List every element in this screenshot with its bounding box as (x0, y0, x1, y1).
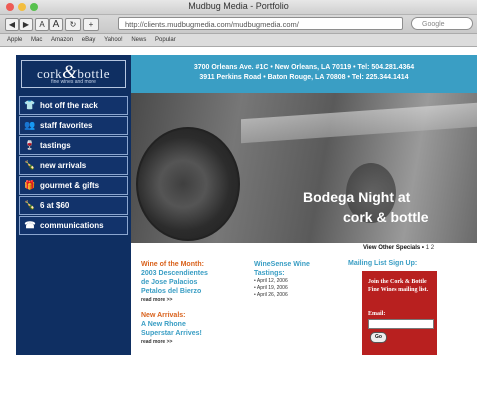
logo-tagline: fine wines and more (51, 79, 96, 85)
gift-icon: 🎁 (24, 180, 36, 190)
bookmark-item[interactable]: News (131, 34, 146, 46)
wine-of-month-line[interactable]: Petalos del Bierzo (141, 287, 246, 296)
nav-label: hot off the rack (40, 101, 98, 110)
specials-label[interactable]: View Other Specials • (363, 245, 426, 251)
new-arrivals-read-more[interactable]: read more >> (141, 338, 246, 347)
site-nav: 👕 hot off the rack 👥 staff favorites 🍷 t… (16, 93, 131, 355)
address-baton-rouge: 3911 Perkins Road • Baton Rouge, LA 7080… (199, 74, 409, 81)
wine-of-month-heading: Wine of the Month: (141, 261, 204, 268)
bookmark-item[interactable]: Apple (7, 34, 22, 46)
tasting-date[interactable]: • April 12, 2006 (254, 278, 344, 285)
nav-hot-off-the-rack[interactable]: 👕 hot off the rack (19, 96, 128, 115)
nav-communications[interactable]: ☎ communications (19, 216, 128, 235)
wine-of-month-line[interactable]: 2003 Descendientes (141, 269, 246, 278)
nav-tastings[interactable]: 🍷 tastings (19, 136, 128, 155)
hero-light-beam (241, 102, 477, 144)
bottle-icon: 🍾 (24, 200, 36, 210)
back-button[interactable]: ◀ (5, 18, 19, 31)
mailing-list-text: Join the Cork & Bottle Fine Wines mailin… (368, 279, 429, 293)
specials-pager: View Other Specials • 1 2 (363, 245, 434, 251)
shirt-icon: 👕 (24, 100, 36, 110)
feature-column: Wine of the Month: 2003 Descendientes de… (141, 260, 246, 347)
bookmark-item[interactable]: eBay (82, 34, 96, 46)
title-bar: Mudbug Media - Portfolio (0, 0, 477, 15)
tasting-date[interactable]: • April 26, 2006 (254, 292, 344, 299)
winesense-heading-2: Tastings: (254, 270, 285, 277)
browser-toolbar: ◀ ▶ A A ↻ + http://clients.mudbugmedia.c… (0, 15, 477, 34)
mailing-list-heading: Mailing List Sign Up: (348, 260, 418, 267)
hero-headline-line2: cork & bottle (343, 209, 429, 225)
bottles-icon: 🍾 (24, 160, 36, 170)
nav-label: new arrivals (40, 161, 87, 170)
nav-label: gourmet & gifts (40, 181, 100, 190)
tastings-column: WineSense Wine Tastings: • April 12, 200… (254, 260, 344, 299)
nav-new-arrivals[interactable]: 🍾 new arrivals (19, 156, 128, 175)
new-arrivals-heading: New Arrivals: (141, 312, 186, 319)
barrel-image (136, 127, 240, 241)
wine-of-month-line[interactable]: de Jose Palacios (141, 278, 246, 287)
phone-icon: ☎ (24, 220, 36, 230)
people-icon: 👥 (24, 120, 36, 130)
hero-headline-line1: Bodega Night at (303, 189, 411, 205)
site-logo[interactable]: cork&bottle fine wines and more (16, 55, 131, 93)
nav-staff-favorites[interactable]: 👥 staff favorites (19, 116, 128, 135)
mailing-list-box: Join the Cork & Bottle Fine Wines mailin… (362, 271, 437, 355)
browser-window: Mudbug Media - Portfolio ◀ ▶ A A ↻ + htt… (0, 0, 477, 399)
add-bookmark-button[interactable]: + (83, 18, 99, 31)
nav-label: tastings (40, 141, 71, 150)
bookmark-item[interactable]: Yahoo! (104, 34, 123, 46)
bookmark-item[interactable]: Mac (31, 34, 42, 46)
window-title: Mudbug Media - Portfolio (188, 1, 289, 11)
logo-frame: cork&bottle fine wines and more (21, 60, 126, 88)
nav-label: communications (40, 221, 104, 230)
text-smaller-button[interactable]: A (35, 18, 49, 31)
bookmark-item[interactable]: Amazon (51, 34, 73, 46)
tasting-date[interactable]: • April 19, 2006 (254, 285, 344, 292)
text-larger-button[interactable]: A (49, 18, 63, 31)
email-label: Email: (368, 311, 386, 317)
nav-label: 6 at $60 (40, 201, 70, 210)
new-arrivals-line[interactable]: A New Rhone (141, 320, 246, 329)
specials-pages[interactable]: 1 2 (426, 245, 434, 251)
hero-banner[interactable]: Bodega Night at cork & bottle (131, 93, 477, 243)
nav-6-at-60[interactable]: 🍾 6 at $60 (19, 196, 128, 215)
email-field[interactable] (368, 319, 434, 329)
address-new-orleans: 3700 Orleans Ave. #1C • New Orleans, LA … (193, 64, 415, 71)
address-banner: 3700 Orleans Ave. #1C • New Orleans, LA … (131, 55, 477, 93)
search-field[interactable]: Google (411, 17, 473, 30)
glass-icon: 🍷 (24, 140, 36, 150)
nav-label: staff favorites (40, 121, 93, 130)
wine-of-month-read-more[interactable]: read more >> (141, 296, 246, 305)
go-button[interactable]: Go (370, 332, 387, 343)
bookmarks-bar: Apple Mac Amazon eBay Yahoo! News Popula… (0, 34, 477, 47)
page-content: cork&bottle fine wines and more 3700 Orl… (0, 47, 477, 399)
forward-button[interactable]: ▶ (19, 18, 33, 31)
new-arrivals-line[interactable]: Superstar Arrives! (141, 329, 246, 338)
address-bar[interactable]: http://clients.mudbugmedia.com/mudbugmed… (118, 17, 403, 30)
reload-icon[interactable]: ↻ (65, 18, 81, 31)
bookmark-item[interactable]: Popular (155, 34, 176, 46)
nav-gourmet-gifts[interactable]: 🎁 gourmet & gifts (19, 176, 128, 195)
winesense-heading-1: WineSense Wine (254, 261, 310, 268)
